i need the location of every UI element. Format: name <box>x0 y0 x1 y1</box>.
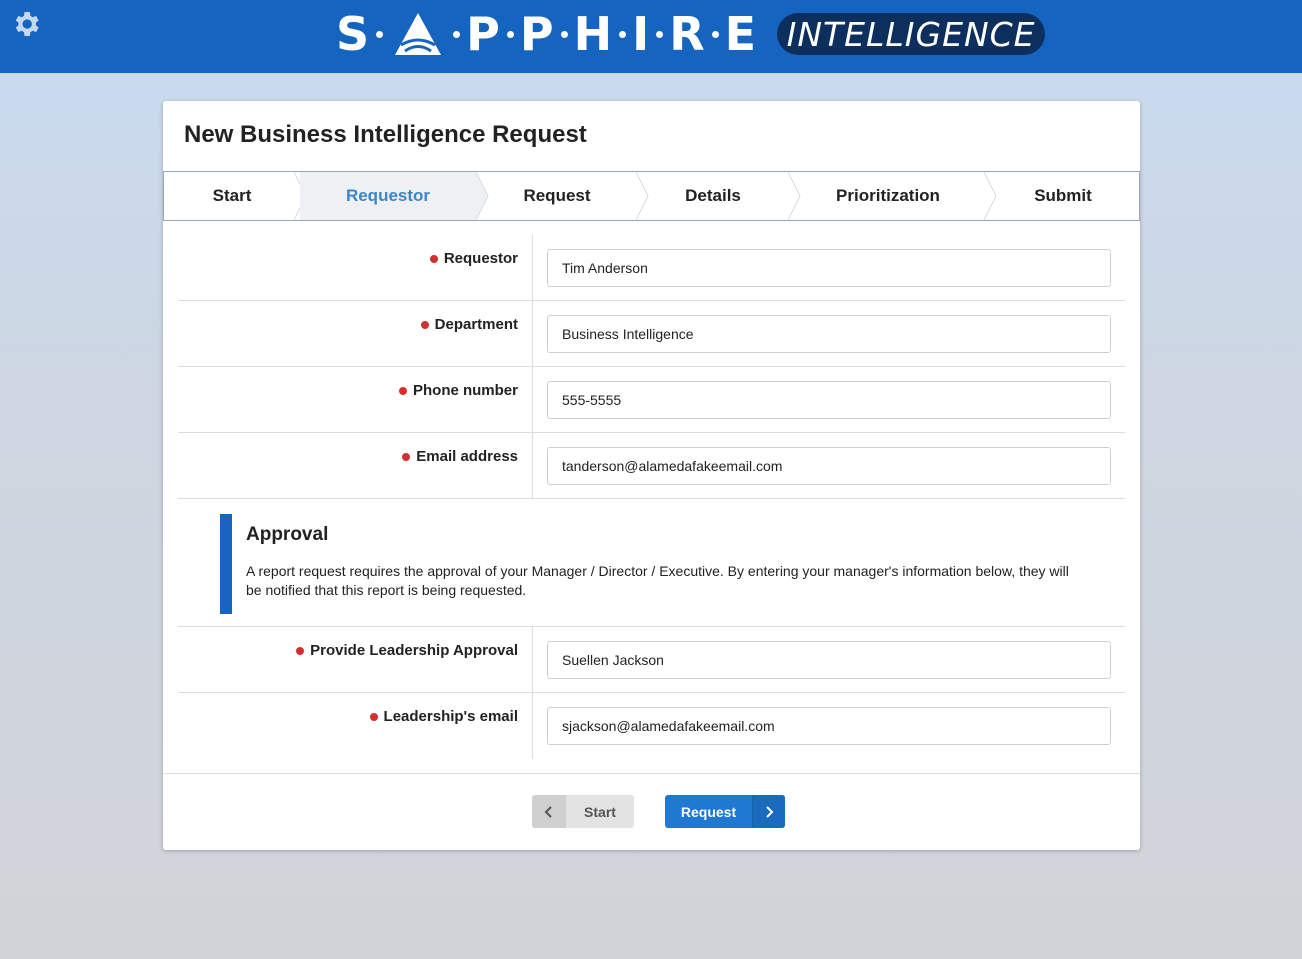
logo-dot <box>453 30 461 38</box>
requestor-label: Requestor <box>443 250 518 267</box>
field-label: Provide Leadership Approval <box>296 642 518 659</box>
leadership-label: Provide Leadership Approval <box>310 642 518 659</box>
leadership-email-input[interactable] <box>547 707 1111 745</box>
divider <box>532 235 533 301</box>
sapphire-logo: S P P H I R E INTELLIGENCE <box>336 6 1046 62</box>
step-chevron-icon <box>788 172 801 220</box>
phone-input[interactable] <box>547 381 1111 419</box>
chevron-left-icon <box>532 795 566 828</box>
step-chevron-icon <box>636 172 649 220</box>
step-request[interactable]: Request <box>490 172 624 220</box>
field-label: Phone number <box>398 382 518 399</box>
field-label: Requestor <box>429 250 518 267</box>
approval-description: A report request requires the approval o… <box>246 563 1069 598</box>
next-button-label: Request <box>680 803 737 820</box>
step-start[interactable]: Start <box>164 172 300 220</box>
approval-notice: Approval A report request requires the a… <box>178 499 1125 627</box>
top-banner: S P P H I R E INTELLIGENCE <box>0 0 1302 73</box>
email-input[interactable] <box>547 447 1111 485</box>
leadership-email-label: Leadership's email <box>383 708 518 725</box>
logo-letter: I <box>632 7 651 61</box>
form-row-department: Department <box>178 301 1125 367</box>
logo-dot <box>711 30 719 38</box>
required-indicator <box>429 254 438 263</box>
form-row-email: Email address <box>178 433 1125 499</box>
logo-dot <box>506 30 514 38</box>
field-label: Email address <box>402 448 518 465</box>
wizard-steps: Start Requestor Request Details Prioriti… <box>163 171 1140 221</box>
required-indicator <box>369 712 378 721</box>
footer-divider <box>163 773 1140 774</box>
logo-letter: R <box>669 7 706 61</box>
approval-title: Approval <box>246 524 329 545</box>
field-label: Leadership's email <box>369 708 518 725</box>
divider <box>532 433 533 499</box>
logo-letter: P <box>466 7 501 61</box>
back-button[interactable]: Start <box>532 795 634 828</box>
logo-letter: P <box>519 7 555 61</box>
required-indicator <box>402 452 411 461</box>
department-label: Department <box>434 316 518 333</box>
logo-tagline: INTELLIGENCE <box>777 13 1046 55</box>
leadership-input[interactable] <box>547 641 1111 679</box>
phone-label: Phone number <box>412 382 518 399</box>
divider <box>532 693 533 759</box>
step-details[interactable]: Details <box>650 172 776 220</box>
logo-dot <box>560 30 568 38</box>
divider <box>532 627 533 693</box>
form-row-requestor: Requestor <box>178 235 1125 301</box>
required-indicator <box>296 646 305 655</box>
page-title: New Business Intelligence Request <box>184 121 587 148</box>
form-row-phone: Phone number <box>178 367 1125 433</box>
required-indicator <box>420 320 429 329</box>
divider <box>532 367 533 433</box>
approval-accent-bar <box>220 514 232 614</box>
step-chevron-icon <box>476 172 489 220</box>
gear-icon[interactable] <box>10 8 42 40</box>
step-prioritization[interactable]: Prioritization <box>802 172 974 220</box>
request-form-card: New Business Intelligence Request Start … <box>163 101 1140 850</box>
step-chevron-icon <box>984 172 997 220</box>
logo-dot <box>376 30 384 38</box>
back-button-label: Start <box>584 803 616 820</box>
step-submit[interactable]: Submit <box>998 172 1128 220</box>
logo-letter: H <box>573 7 614 61</box>
required-indicator <box>398 386 407 395</box>
requestor-input[interactable] <box>547 249 1111 287</box>
chevron-right-icon <box>752 795 785 828</box>
form-row-leadership: Provide Leadership Approval <box>178 627 1125 693</box>
next-button[interactable]: Request <box>665 795 785 828</box>
field-label: Department <box>420 316 518 333</box>
department-input[interactable] <box>547 315 1111 353</box>
divider <box>532 301 533 367</box>
logo-a-shape <box>395 13 442 55</box>
logo-dot <box>656 30 664 38</box>
email-label: Email address <box>416 448 518 465</box>
step-requestor[interactable]: Requestor <box>300 172 476 220</box>
logo-wordmark: S P P H I R E <box>336 6 757 62</box>
form-row-leadership-email: Leadership's email <box>178 693 1125 759</box>
logo-dot <box>619 30 627 38</box>
logo-letter: E <box>724 7 758 61</box>
logo-letter: S <box>336 7 371 61</box>
